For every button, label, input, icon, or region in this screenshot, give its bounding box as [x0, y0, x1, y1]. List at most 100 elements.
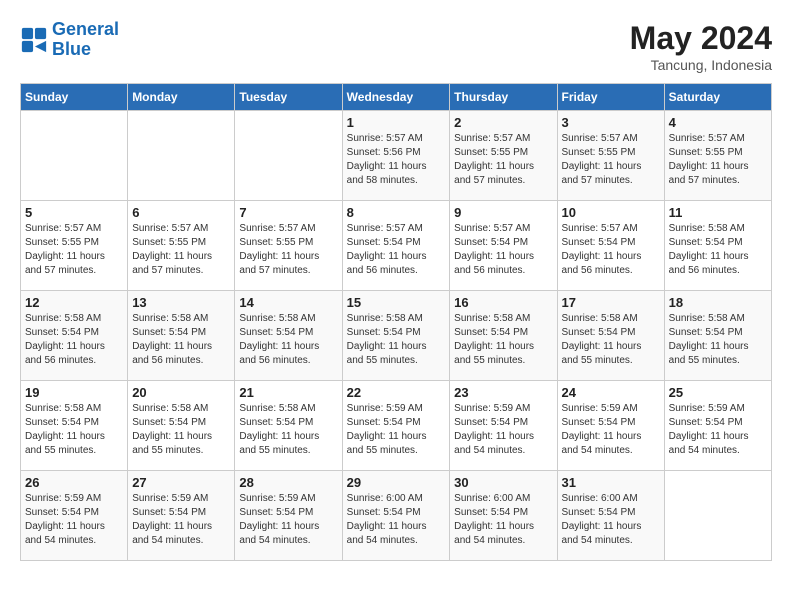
- day-number: 14: [239, 295, 337, 310]
- calendar-cell: 22Sunrise: 5:59 AM Sunset: 5:54 PM Dayli…: [342, 381, 450, 471]
- calendar-cell: 1 Sunrise: 5:57 AM Sunset: 5:56 PM Daylig…: [342, 111, 450, 201]
- calendar-cell: [21, 111, 128, 201]
- calendar-cell: 9 Sunrise: 5:57 AM Sunset: 5:54 PM Daylig…: [450, 201, 557, 291]
- weekday-header: Sunday: [21, 84, 128, 111]
- day-number: 8: [347, 205, 446, 220]
- day-info: Sunrise: 5:58 AM Sunset: 5:54 PM Dayligh…: [669, 222, 767, 278]
- day-number: 15: [347, 295, 446, 310]
- logo-icon: [20, 26, 48, 54]
- day-info: Sunrise: 5:57 AM Sunset: 5:54 PM Dayligh…: [347, 222, 446, 278]
- day-info: Sunrise: 5:59 AM Sunset: 5:54 PM Dayligh…: [239, 492, 337, 548]
- day-number: 5: [25, 205, 123, 220]
- day-info: Sunrise: 5:59 AM Sunset: 5:54 PM Dayligh…: [132, 492, 230, 548]
- day-info: Sunrise: 5:59 AM Sunset: 5:54 PM Dayligh…: [562, 402, 660, 458]
- day-number: 29: [347, 475, 446, 490]
- day-info: Sunrise: 5:58 AM Sunset: 5:54 PM Dayligh…: [239, 402, 337, 458]
- day-info: Sunrise: 5:58 AM Sunset: 5:54 PM Dayligh…: [347, 312, 446, 368]
- logo-line1: General: [52, 19, 119, 39]
- calendar-week-row: 12Sunrise: 5:58 AM Sunset: 5:54 PM Dayli…: [21, 291, 772, 381]
- day-info: Sunrise: 5:58 AM Sunset: 5:54 PM Dayligh…: [25, 312, 123, 368]
- calendar-body: 1 Sunrise: 5:57 AM Sunset: 5:56 PM Daylig…: [21, 111, 772, 561]
- calendar-cell: 28 Sunrise: 5:59 AM Sunset: 5:54 PM Dayli…: [235, 471, 342, 561]
- calendar-cell: 31 Sunrise: 6:00 AM Sunset: 5:54 PM Dayli…: [557, 471, 664, 561]
- calendar-cell: 30Sunrise: 6:00 AM Sunset: 5:54 PM Dayli…: [450, 471, 557, 561]
- calendar-cell: 15 Sunrise: 5:58 AM Sunset: 5:54 PM Dayli…: [342, 291, 450, 381]
- title-block: May 2024 Tancung, Indonesia: [630, 20, 772, 73]
- calendar-cell: [235, 111, 342, 201]
- weekday-header: Friday: [557, 84, 664, 111]
- weekday-header: Thursday: [450, 84, 557, 111]
- calendar-cell: 13 Sunrise: 5:58 AM Sunset: 5:54 PM Dayli…: [128, 291, 235, 381]
- day-number: 4: [669, 115, 767, 130]
- calendar-header-row: SundayMondayTuesdayWednesdayThursdayFrid…: [21, 84, 772, 111]
- calendar-cell: 6 Sunrise: 5:57 AM Sunset: 5:55 PM Daylig…: [128, 201, 235, 291]
- day-info: Sunrise: 5:57 AM Sunset: 5:54 PM Dayligh…: [454, 222, 552, 278]
- calendar-cell: 2Sunrise: 5:57 AM Sunset: 5:55 PM Daylig…: [450, 111, 557, 201]
- logo-text: General Blue: [52, 20, 119, 60]
- day-number: 28: [239, 475, 337, 490]
- day-info: Sunrise: 5:57 AM Sunset: 5:55 PM Dayligh…: [239, 222, 337, 278]
- day-number: 6: [132, 205, 230, 220]
- calendar-week-row: 26Sunrise: 5:59 AM Sunset: 5:54 PM Dayli…: [21, 471, 772, 561]
- day-info: Sunrise: 5:59 AM Sunset: 5:54 PM Dayligh…: [347, 402, 446, 458]
- day-info: Sunrise: 5:57 AM Sunset: 5:54 PM Dayligh…: [562, 222, 660, 278]
- day-number: 17: [562, 295, 660, 310]
- day-number: 9: [454, 205, 552, 220]
- calendar-cell: 21 Sunrise: 5:58 AM Sunset: 5:54 PM Dayli…: [235, 381, 342, 471]
- day-number: 10: [562, 205, 660, 220]
- day-info: Sunrise: 5:58 AM Sunset: 5:54 PM Dayligh…: [454, 312, 552, 368]
- calendar-week-row: 19 Sunrise: 5:58 AM Sunset: 5:54 PM Dayli…: [21, 381, 772, 471]
- day-info: Sunrise: 5:58 AM Sunset: 5:54 PM Dayligh…: [132, 402, 230, 458]
- day-number: 16: [454, 295, 552, 310]
- calendar-cell: 25 Sunrise: 5:59 AM Sunset: 5:54 PM Dayli…: [664, 381, 771, 471]
- day-number: 19: [25, 385, 123, 400]
- day-info: Sunrise: 5:59 AM Sunset: 5:54 PM Dayligh…: [25, 492, 123, 548]
- day-info: Sunrise: 5:58 AM Sunset: 5:54 PM Dayligh…: [239, 312, 337, 368]
- day-info: Sunrise: 5:59 AM Sunset: 5:54 PM Dayligh…: [454, 402, 552, 458]
- calendar-cell: 11 Sunrise: 5:58 AM Sunset: 5:54 PM Dayli…: [664, 201, 771, 291]
- day-info: Sunrise: 5:58 AM Sunset: 5:54 PM Dayligh…: [562, 312, 660, 368]
- calendar-week-row: 1 Sunrise: 5:57 AM Sunset: 5:56 PM Daylig…: [21, 111, 772, 201]
- calendar-cell: [128, 111, 235, 201]
- day-number: 1: [347, 115, 446, 130]
- day-info: Sunrise: 5:59 AM Sunset: 5:54 PM Dayligh…: [669, 402, 767, 458]
- day-number: 11: [669, 205, 767, 220]
- calendar-cell: 20 Sunrise: 5:58 AM Sunset: 5:54 PM Dayli…: [128, 381, 235, 471]
- day-info: Sunrise: 5:57 AM Sunset: 5:56 PM Dayligh…: [347, 132, 446, 188]
- day-info: Sunrise: 5:57 AM Sunset: 5:55 PM Dayligh…: [25, 222, 123, 278]
- day-number: 25: [669, 385, 767, 400]
- calendar-table: SundayMondayTuesdayWednesdayThursdayFrid…: [20, 83, 772, 561]
- calendar-week-row: 5 Sunrise: 5:57 AM Sunset: 5:55 PM Daylig…: [21, 201, 772, 291]
- calendar-cell: [664, 471, 771, 561]
- calendar-cell: 12Sunrise: 5:58 AM Sunset: 5:54 PM Dayli…: [21, 291, 128, 381]
- day-info: Sunrise: 5:57 AM Sunset: 5:55 PM Dayligh…: [669, 132, 767, 188]
- calendar-cell: 14 Sunrise: 5:58 AM Sunset: 5:54 PM Dayli…: [235, 291, 342, 381]
- calendar-cell: 16 Sunrise: 5:58 AM Sunset: 5:54 PM Dayli…: [450, 291, 557, 381]
- calendar-cell: 24Sunrise: 5:59 AM Sunset: 5:54 PM Dayli…: [557, 381, 664, 471]
- weekday-header: Tuesday: [235, 84, 342, 111]
- day-number: 23: [454, 385, 552, 400]
- weekday-header: Monday: [128, 84, 235, 111]
- page-header: General Blue May 2024 Tancung, Indonesia: [20, 20, 772, 73]
- calendar-cell: 3Sunrise: 5:57 AM Sunset: 5:55 PM Daylig…: [557, 111, 664, 201]
- day-number: 27: [132, 475, 230, 490]
- calendar-cell: 10 Sunrise: 5:57 AM Sunset: 5:54 PM Dayli…: [557, 201, 664, 291]
- day-info: Sunrise: 5:57 AM Sunset: 5:55 PM Dayligh…: [454, 132, 552, 188]
- day-info: Sunrise: 6:00 AM Sunset: 5:54 PM Dayligh…: [562, 492, 660, 548]
- day-info: Sunrise: 5:58 AM Sunset: 5:54 PM Dayligh…: [132, 312, 230, 368]
- logo: General Blue: [20, 20, 119, 60]
- calendar-cell: 8 Sunrise: 5:57 AM Sunset: 5:54 PM Daylig…: [342, 201, 450, 291]
- calendar-cell: 29Sunrise: 6:00 AM Sunset: 5:54 PM Dayli…: [342, 471, 450, 561]
- day-number: 20: [132, 385, 230, 400]
- day-info: Sunrise: 5:57 AM Sunset: 5:55 PM Dayligh…: [132, 222, 230, 278]
- day-number: 13: [132, 295, 230, 310]
- calendar-cell: 23 Sunrise: 5:59 AM Sunset: 5:54 PM Dayli…: [450, 381, 557, 471]
- day-number: 21: [239, 385, 337, 400]
- day-number: 3: [562, 115, 660, 130]
- day-info: Sunrise: 6:00 AM Sunset: 5:54 PM Dayligh…: [454, 492, 552, 548]
- calendar-cell: 27 Sunrise: 5:59 AM Sunset: 5:54 PM Dayli…: [128, 471, 235, 561]
- calendar-cell: 17 Sunrise: 5:58 AM Sunset: 5:54 PM Dayli…: [557, 291, 664, 381]
- weekday-header: Wednesday: [342, 84, 450, 111]
- day-number: 31: [562, 475, 660, 490]
- calendar-cell: 18Sunrise: 5:58 AM Sunset: 5:54 PM Dayli…: [664, 291, 771, 381]
